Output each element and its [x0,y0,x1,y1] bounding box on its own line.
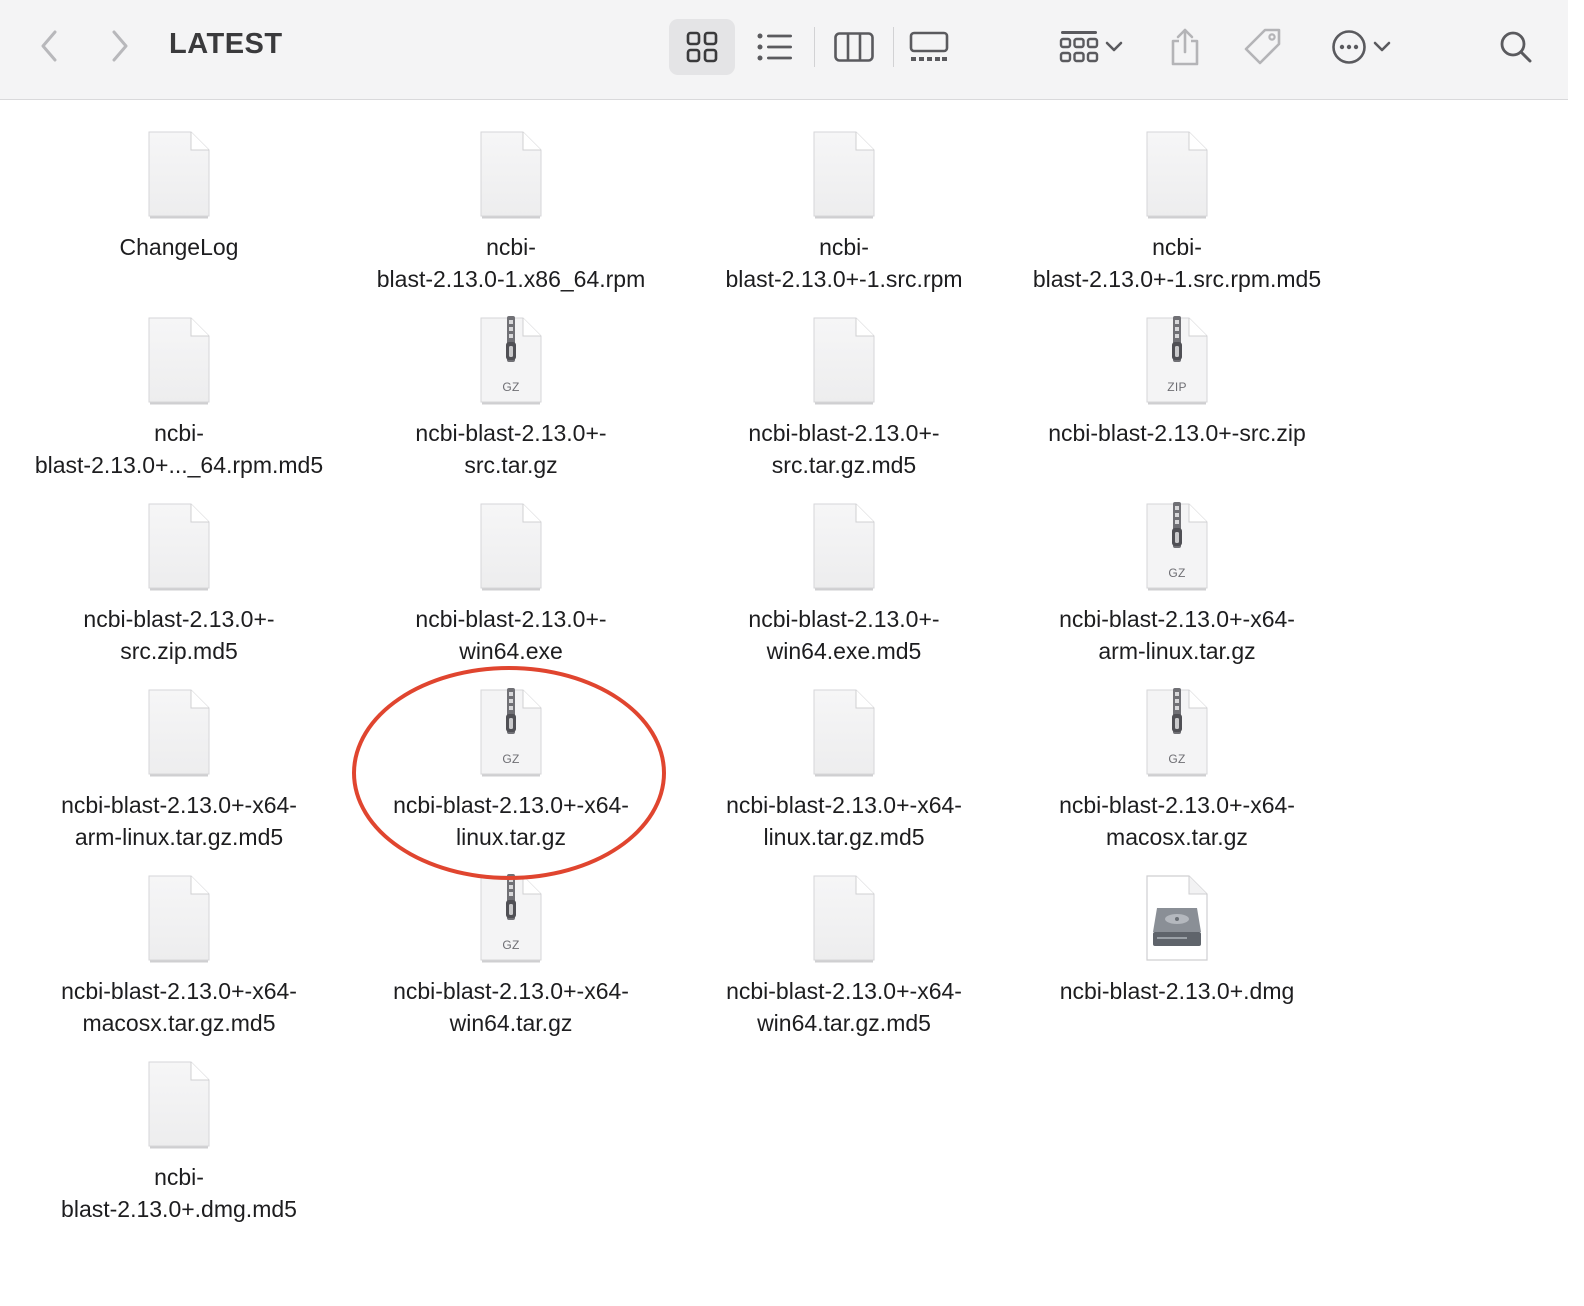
file-item[interactable]: ncbi-blast-2.13.0+.dmg [1011,844,1343,1030]
document-icon [810,688,878,778]
document-icon [477,502,545,592]
file-name: ncbi-blast-2.13.0+-x64- win64.tar.gz [393,978,629,1036]
file-name: ncbi-blast-2.13.0+.dmg [1059,978,1295,1004]
file-extension-tag: GZ [1168,566,1186,580]
file-item[interactable]: ncbi-blast-2.13.0+- win64.exe.md5 [678,472,1010,664]
file-item[interactable]: ncbi-blast-2.13.0+- win64.exe [345,472,677,664]
archive-file-icon: GZ [477,688,545,778]
archive-file-icon: GZ [477,316,545,406]
file-item[interactable]: GZ ncbi-blast-2.13.0+-x64- arm-linux.tar.… [1011,472,1343,664]
file-item[interactable]: ncbi-blast-2.13.0+-x64- linux.tar.gz.md5 [678,658,1010,850]
file-item[interactable]: GZ ncbi-blast-2.13.0+- src.tar.gz [345,286,677,478]
document-icon [810,874,878,964]
file-item[interactable]: ncbi-blast-2.13.0+-x64- win64.tar.gz.md5 [678,844,1010,1036]
tag-icon [1244,28,1281,65]
group-grid-icon [1059,31,1099,63]
ellipsis-circle-icon [1332,30,1366,64]
list-icon [757,33,792,61]
forward-button[interactable] [101,26,139,66]
document-icon [477,130,545,220]
group-by-button[interactable] [1048,19,1134,75]
document-icon [810,130,878,220]
file-name: ncbi- blast-2.13.0+.dmg.md5 [61,1164,297,1222]
file-item[interactable]: ncbi-blast-2.13.0+-x64- macosx.tar.gz.md… [13,844,345,1036]
archive-file-icon: GZ [1143,688,1211,778]
toolbar-divider [814,27,815,67]
file-name: ncbi-blast-2.13.0+-x64- win64.tar.gz.md5 [726,978,962,1036]
file-item[interactable]: ncbi-blast-2.13.0+- src.tar.gz.md5 [678,286,1010,478]
document-icon [145,874,213,964]
chevron-left-icon [41,30,57,62]
share-button[interactable] [1159,19,1211,75]
file-item[interactable]: ChangeLog [13,100,345,286]
file-item[interactable]: ncbi-blast-2.13.0+- src.zip.md5 [13,472,345,664]
search-button[interactable] [1490,19,1542,75]
gallery-icon [909,31,949,61]
icon-view-button[interactable] [669,19,735,75]
file-name: ChangeLog [119,234,239,260]
archive-file-icon: GZ [1143,502,1211,592]
toolbar-divider [893,27,894,67]
chevron-down-icon [1105,41,1123,52]
chevron-right-icon [112,30,128,62]
list-view-button[interactable] [745,19,805,75]
chevron-down-icon [1373,41,1391,52]
file-item[interactable]: ncbi- blast-2.13.0+-1.src.rpm [678,100,1010,292]
gallery-view-button[interactable] [899,19,959,75]
document-icon [145,130,213,220]
file-item[interactable]: ncbi- blast-2.13.0+-1.src.rpm.md5 [1011,100,1343,292]
file-extension-tag: ZIP [1167,380,1187,394]
document-icon [810,502,878,592]
finder-window: LATEST ChangeLog ncbi- blast-2.13.0-1.x8… [0,0,1568,1306]
file-item[interactable]: ncbi-blast-2.13.0+-x64- arm-linux.tar.gz… [13,658,345,850]
share-icon [1171,28,1199,66]
document-icon [145,502,213,592]
archive-file-icon: GZ [477,874,545,964]
file-item[interactable]: GZ ncbi-blast-2.13.0+-x64- win64.tar.gz [345,844,677,1036]
back-button[interactable] [30,26,68,66]
document-icon [1143,130,1211,220]
file-grid: ChangeLog ncbi- blast-2.13.0-1.x86_64.rp… [0,100,1568,1306]
search-icon [1500,31,1532,63]
file-extension-tag: GZ [1168,752,1186,766]
disk-image-icon [1143,874,1211,964]
window-title: LATEST [169,28,283,60]
file-item[interactable]: ZIP ncbi-blast-2.13.0+-src.zip [1011,286,1343,472]
document-icon [145,1060,213,1150]
file-item[interactable]: ncbi- blast-2.13.0-1.x86_64.rpm [345,100,677,292]
file-item[interactable]: GZ ncbi-blast-2.13.0+-x64- macosx.tar.gz [1011,658,1343,850]
document-icon [145,316,213,406]
column-view-button[interactable] [824,19,884,75]
file-name: ncbi-blast-2.13.0+-src.zip [1048,420,1306,446]
toolbar: LATEST [0,0,1568,100]
file-item[interactable]: GZ ncbi-blast-2.13.0+-x64- linux.tar.gz [345,658,677,850]
grid-icon [686,31,718,63]
file-extension-tag: GZ [502,752,520,766]
tag-button[interactable] [1235,19,1291,75]
document-icon [810,316,878,406]
file-extension-tag: GZ [502,938,520,952]
archive-file-icon: ZIP [1143,316,1211,406]
file-extension-tag: GZ [502,380,520,394]
more-actions-button[interactable] [1322,19,1400,75]
file-item[interactable]: ncbi- blast-2.13.0+.dmg.md5 [13,1030,345,1222]
file-item[interactable]: ncbi- blast-2.13.0+..._64.rpm.md5 [13,286,345,478]
scroll-gutter [1568,0,1584,1306]
columns-icon [834,32,874,62]
document-icon [145,688,213,778]
